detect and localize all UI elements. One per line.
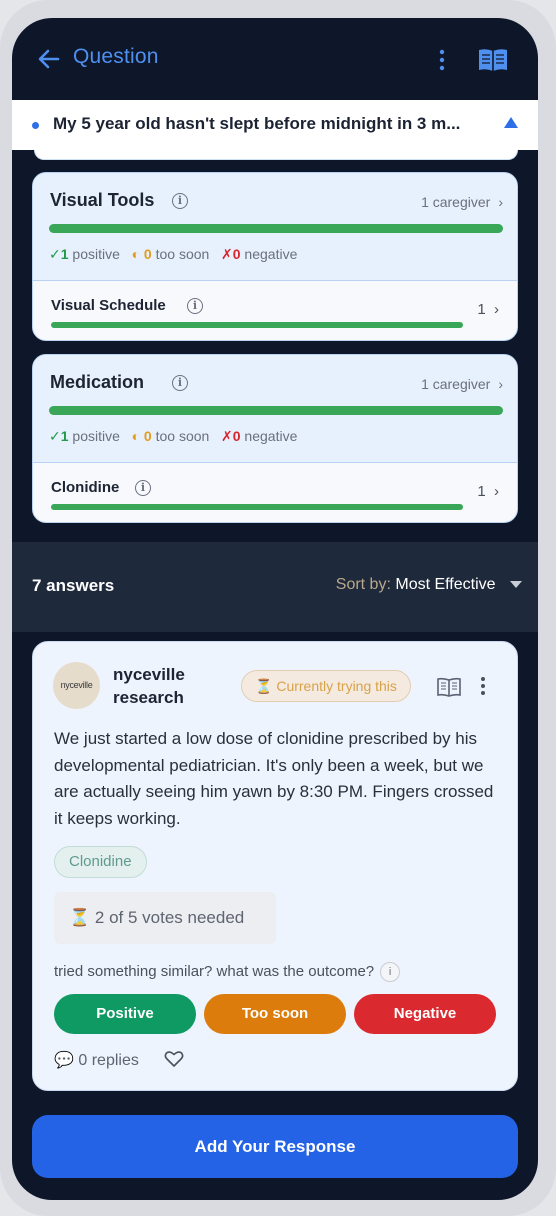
strategy-summary: Visual Tools i 1 caregiver › ✓1 positive … [33,173,517,281]
votes-needed: ⏳ 2 of 5 votes needed [54,892,276,944]
answers-header: 7 answers Sort by: Most Effective [12,542,538,632]
check-icon: ✓ [49,428,61,444]
too-soon-label: too soon [155,246,210,262]
positive-label: positive [72,428,120,444]
negative-count: 0 [232,428,241,444]
sub-strategy-row[interactable]: Clonidine i 1 › [33,463,517,522]
half-circle-icon: ◐ [131,246,141,262]
too-soon-count: 0 [143,428,152,444]
chevron-right-icon: › [498,376,503,392]
too-soon-count: 0 [143,246,152,262]
strategy-progress-bar [49,406,503,415]
caregiver-count: 1 caregiver [421,194,491,210]
positive-label: positive [72,246,120,262]
chevron-right-icon: › [498,194,503,210]
positive-count: 1 [60,428,69,444]
sub-strategy-name: Visual Schedule [51,297,166,314]
answer-card: nyceville nyceville research ⏳ Currently… [32,641,518,1091]
chevron-right-icon: › [494,301,499,318]
strategy-title: Medication [50,372,145,392]
positive-count: 1 [60,246,69,262]
status-text: Currently trying this [276,678,397,694]
kebab-icon[interactable] [478,676,488,696]
info-icon[interactable]: i [172,193,188,209]
page-title: Question [73,45,159,68]
question-dot [32,122,39,129]
chevron-right-icon: › [494,483,499,500]
caregiver-link[interactable]: 1 caregiver › [421,376,503,392]
question-bar[interactable]: My 5 year old hasn't slept before midnig… [12,100,538,150]
hourglass-icon: ⏳ [255,678,273,694]
sub-strategy-name: Clonidine [51,479,120,496]
negative-label: negative [244,428,298,444]
caret-down-icon [510,581,522,589]
caret-up-icon[interactable] [504,117,518,128]
too-soon-label: too soon [155,428,210,444]
status-badge: ⏳ Currently trying this [241,670,411,702]
negative-button[interactable]: Negative [354,994,496,1034]
sort-dropdown[interactable]: Sort by: Most Effective [336,576,522,594]
speech-bubble-icon: 💬 [54,1052,74,1069]
add-response-button[interactable]: Add Your Response [32,1115,518,1178]
sort-value: Most Effective [395,576,496,593]
heart-icon[interactable] [164,1050,184,1068]
sub-strategy-progress [51,504,463,510]
hourglass-icon: ⏳ [69,908,91,927]
half-circle-icon: ◐ [131,428,141,444]
check-icon: ✓ [49,246,61,262]
top-app-bar: Question [12,18,538,100]
negative-count: 0 [232,246,241,262]
strategy-card: Visual Tools i 1 caregiver › ✓1 positive … [32,172,518,341]
kebab-icon[interactable] [436,48,448,72]
info-icon[interactable]: i [187,298,203,314]
question-text: My 5 year old hasn't slept before midnig… [53,114,461,133]
replies-link[interactable]: 💬 0 replies [54,1050,139,1070]
info-icon[interactable]: i [380,962,401,982]
votes-text: 2 of 5 votes needed [94,908,245,927]
caregiver-count: 1 caregiver [421,376,491,392]
strategy-tag[interactable]: Clonidine [54,846,147,878]
sub-strategy-count: 1 › [477,301,499,318]
author-name[interactable]: nyceville research [113,663,233,709]
arrow-left-icon[interactable] [36,46,62,72]
strategy-stats: ✓1 positive ◐ 0 too soon ✗0 negative [49,246,297,263]
answer-body: We just started a low dose of clonidine … [54,729,494,828]
outcome-prompt: tried something similar? what was the ou… [54,962,401,982]
replies-count: 0 replies [78,1052,139,1069]
answers-count: 7 answers [32,576,115,595]
caregiver-link[interactable]: 1 caregiver › [421,194,503,210]
cross-icon: ✗ [221,428,233,444]
info-icon[interactable]: i [172,375,188,391]
sub-strategy-progress [51,322,463,328]
app-screen: Question My 5 year old hasn't slept befo… [12,18,538,1200]
positive-button[interactable]: Positive [54,994,196,1034]
sub-strategy-row[interactable]: Visual Schedule i 1 › [33,281,517,340]
device-frame: Question My 5 year old hasn't slept befo… [0,0,556,1216]
strategy-title: Visual Tools [50,190,155,210]
outcome-prompt-text: tried something similar? what was the ou… [54,962,375,980]
strategy-progress-bar [49,224,503,233]
info-icon[interactable]: i [135,480,151,496]
sub-strategy-count: 1 › [477,483,499,500]
negative-label: negative [244,246,298,262]
sort-label: Sort by: [335,576,391,593]
avatar[interactable]: nyceville [53,662,100,709]
previous-card-edge [34,150,518,160]
strategy-summary: Medication i 1 caregiver › ✓1 positive ◐ … [33,355,517,463]
cross-icon: ✗ [221,246,233,262]
book-icon[interactable] [477,47,509,73]
strategy-card: Medication i 1 caregiver › ✓1 positive ◐ … [32,354,518,523]
book-icon[interactable] [436,677,462,697]
strategy-stats: ✓1 positive ◐ 0 too soon ✗0 negative [49,428,297,445]
too-soon-button[interactable]: Too soon [204,994,346,1034]
